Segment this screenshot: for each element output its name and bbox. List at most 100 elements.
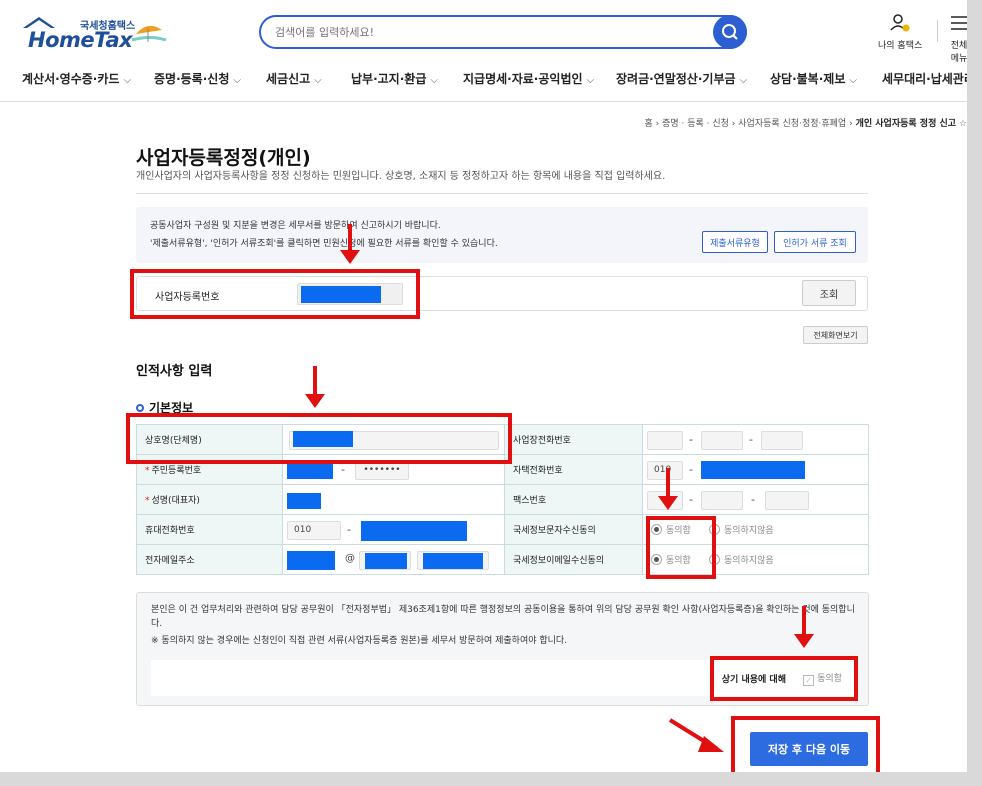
chevron-down-icon: ⌵ <box>739 75 748 86</box>
hometax-logo[interactable]: 국세청홈택스 HomeTax <box>22 14 172 54</box>
fax-label: 팩스번호 <box>504 484 643 515</box>
arrow-down-icon <box>794 606 814 648</box>
star-icon[interactable]: ☆ <box>959 119 967 129</box>
nav-item-tax-filing[interactable]: 세금신고 ⌵ <box>266 70 322 87</box>
chevron-down-icon: ⌵ <box>314 75 322 86</box>
annotation-box-trade-name <box>126 413 512 464</box>
nav-item-receipts[interactable]: 계산서·영수증·카드 ⌵ <box>22 70 131 87</box>
notice-line-2: '제출서류유형', '인허가 서류조회'를 클릭하면 민원신청에 필요한 서류를… <box>150 239 498 249</box>
dash: - <box>689 463 693 476</box>
page-title: 사업자등록정정(개인) <box>136 147 311 169</box>
redaction-mask <box>423 553 483 569</box>
breadcrumb-current: 개인 사업자등록 정정 신고 <box>855 119 957 129</box>
header-divider <box>937 20 938 42</box>
rep-name-cell <box>282 484 505 515</box>
search-input[interactable] <box>275 23 695 41</box>
search-icon <box>722 24 738 40</box>
main-navigation: 계산서·영수증·카드 ⌵ 증명·등록·신청 ⌵ 세금신고 ⌵ 납부·고지·환급 ⌵ 지급… <box>0 62 967 102</box>
all-menu-label: 전체메뉴 <box>950 41 967 64</box>
annotation-box-save <box>731 716 880 772</box>
breadcrumb-home[interactable]: 홈 <box>644 119 652 129</box>
dash: - <box>347 523 351 536</box>
table-row: 전자메일주소 @ 국세정보이메일수신동의 동의함 동의하지않음 <box>136 544 869 575</box>
redaction-mask <box>365 553 407 569</box>
table-row: * 성명(대표자) 팩스번호 - - <box>136 484 869 515</box>
divider <box>136 193 868 194</box>
chevron-down-icon: ⌵ <box>233 75 241 86</box>
agreement-text: 본인은 이 건 업무처리와 관련하여 담당 공무원이 「전자정부법」 제36조제… <box>151 605 855 629</box>
bullet-icon <box>136 404 144 412</box>
arrow-right-icon <box>668 718 724 752</box>
submission-docs-button[interactable]: 제출서류유형 <box>702 231 768 253</box>
rep-name-label-text: 성명(대표자) <box>151 496 200 506</box>
home-phone-label: 자택전화번호 <box>504 454 643 485</box>
my-hometax-label: 나의 홈택스 <box>878 41 923 51</box>
annotation-box-brn <box>130 269 420 319</box>
fullscreen-button[interactable]: 전체화면보기 <box>803 326 868 344</box>
nav-item-certificates[interactable]: 증명·등록·신청 ⌵ <box>154 70 241 87</box>
nav-label: 지급명세·자료·공익법인 <box>463 72 583 86</box>
nav-label: 장려금·연말정산·기부금 <box>616 72 736 86</box>
my-hometax-link[interactable]: 나의 홈택스 <box>878 12 922 51</box>
all-menu-button[interactable]: 전체메뉴 <box>948 12 967 64</box>
fax-input-2[interactable] <box>701 491 743 510</box>
nav-item-incentives[interactable]: 장려금·연말정산·기부금 ⌵ <box>616 70 747 87</box>
biz-phone-input-1[interactable] <box>647 431 683 450</box>
chevron-down-icon: ⌵ <box>123 75 132 86</box>
biz-phone-input-2[interactable] <box>701 431 743 450</box>
mobile-label: 휴대전화번호 <box>136 514 283 545</box>
arrow-down-icon <box>340 224 360 264</box>
sms-consent-label: 국세정보문자수신동의 <box>504 514 643 545</box>
nav-item-tax-agent[interactable]: 세무대리·납세관리 <box>882 70 967 87</box>
arrow-down-icon <box>658 468 678 510</box>
rrn-label-text: 주민등록번호 <box>151 466 202 476</box>
section-title: 인적사항 입력 <box>136 364 213 379</box>
nav-label: 상담·불복·제보 <box>770 72 846 86</box>
radio-label: 동의하지않음 <box>724 556 774 566</box>
biz-phone-input-3[interactable] <box>761 431 803 450</box>
email-disagree-radio[interactable]: 동의하지않음 <box>709 553 774 566</box>
at-sign: @ <box>345 553 355 564</box>
breadcrumb-level2[interactable]: 사업자등록 신청·정정·휴폐업 <box>738 119 846 129</box>
notice-line-1: 공동사업자 구성원 및 지분을 변경은 세무서를 방문하여 신고하시기 바랍니다… <box>150 221 441 231</box>
umbrella-icon <box>131 25 167 42</box>
redaction-mask <box>287 551 335 570</box>
email-consent-label: 국세정보이메일수신동의 <box>504 544 643 575</box>
hamburger-menu-icon <box>951 16 967 30</box>
nav-label: 증명·등록·신청 <box>154 72 230 86</box>
annotation-box-agree <box>710 656 858 701</box>
page: 국세청홈택스 HomeTax 나의 홈택스 <box>0 0 967 772</box>
lookup-button[interactable]: 조회 <box>802 280 856 306</box>
chevron-down-icon: ⌵ <box>430 75 438 86</box>
agreement-note: ※ 동의하지 않는 경우에는 신청인이 직접 관련 서류(사업자등록증 원본)를… <box>151 636 568 646</box>
email-cell: @ <box>282 544 505 575</box>
biz-phone-label: 사업장전화번호 <box>504 424 643 455</box>
arrow-down-icon <box>305 366 325 408</box>
nav-label: 세무대리·납세관리 <box>882 72 967 86</box>
nav-item-statements[interactable]: 지급명세·자료·공익법인 ⌵ <box>463 70 594 87</box>
nav-label: 계산서·영수증·카드 <box>22 72 120 86</box>
dash: - <box>689 433 693 446</box>
mobile-prefix[interactable]: 010 <box>287 521 341 540</box>
required-mark: * <box>145 496 150 506</box>
dash: - <box>689 493 693 506</box>
required-mark: * <box>145 466 150 476</box>
person-bell-icon <box>890 14 910 32</box>
annotation-box-consent <box>646 516 716 579</box>
search-button[interactable] <box>713 15 747 49</box>
logo-title: HomeTax <box>28 28 133 52</box>
sms-disagree-radio[interactable]: 동의하지않음 <box>709 523 774 536</box>
redaction-mask <box>287 463 333 479</box>
nav-item-payment[interactable]: 납부·고지·환급 ⌵ <box>351 70 438 87</box>
biz-phone-cell: - - <box>642 424 869 455</box>
chevron-down-icon: ⌵ <box>849 75 857 86</box>
permit-docs-button[interactable]: 인허가 서류 조회 <box>774 231 856 253</box>
dash: - <box>751 493 755 506</box>
fax-input-3[interactable] <box>765 491 809 510</box>
breadcrumb-level1[interactable]: 증명 · 등록 · 신청 <box>662 119 729 129</box>
breadcrumb: 홈 › 증명 · 등록 · 신청 › 사업자등록 신청·정정·휴폐업 › 개인 … <box>644 116 967 129</box>
redaction-mask <box>361 521 467 541</box>
page-description: 개인사업자의 사업자등록사항을 정정 신청하는 민원입니다. 상호명, 소재지 … <box>136 171 666 182</box>
rep-name-label: * 성명(대표자) <box>136 484 283 515</box>
nav-item-consulting[interactable]: 상담·불복·제보 ⌵ <box>770 70 857 87</box>
